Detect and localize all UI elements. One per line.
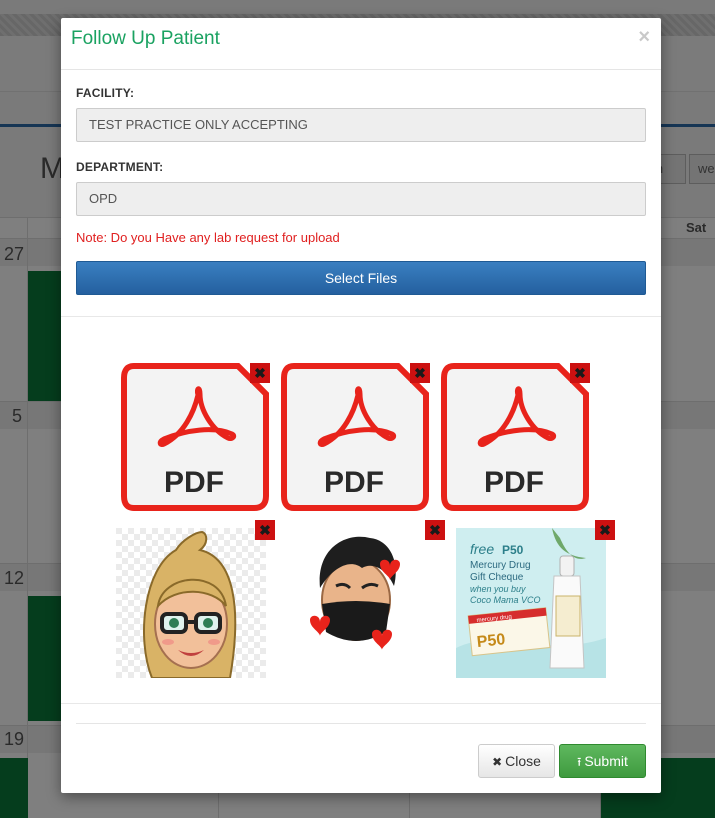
pdf-file-icon: PDF <box>440 362 590 512</box>
department-field[interactable]: OPD <box>76 182 646 216</box>
modal-title: Follow Up Patient <box>71 28 220 49</box>
lab-request-note: Note: Do you Have any lab request for up… <box>76 230 340 245</box>
follow-up-patient-modal: Follow Up Patient × FACILITY: TEST PRACT… <box>61 18 661 793</box>
pdf-label: PDF <box>484 466 544 499</box>
remove-file-button[interactable]: ✖ <box>255 520 275 540</box>
pdf-file-icon: PDF <box>120 362 270 512</box>
ad-line: Mercury Drug <box>470 560 531 571</box>
footer-divider <box>76 723 646 724</box>
ad-free-text: free <box>470 541 494 557</box>
ad-line: Coco Mama VCO <box>470 595 541 605</box>
section-divider <box>61 703 661 704</box>
submit-button[interactable]: ⭱ Submit <box>559 744 646 778</box>
pdf-label: PDF <box>324 466 384 499</box>
submit-button-label: Submit <box>584 753 628 769</box>
department-label: DEPARTMENT: <box>76 160 164 174</box>
close-icon[interactable]: × <box>638 26 650 49</box>
remove-file-button[interactable]: ✖ <box>410 363 430 383</box>
remove-file-button[interactable]: ✖ <box>425 520 445 540</box>
modal-body: FACILITY: TEST PRACTICE ONLY ACCEPTING D… <box>61 70 661 295</box>
coupon-ad-image: free P50 Mercury Drug Gift Cheque when y… <box>456 528 606 678</box>
boy-mask-avatar-image <box>286 528 436 678</box>
remove-file-button[interactable]: ✖ <box>570 363 590 383</box>
pdf-label: PDF <box>164 466 224 499</box>
close-button[interactable]: ✖ Close <box>478 744 555 778</box>
remove-file-button[interactable]: ✖ <box>250 363 270 383</box>
pdf-file-icon: PDF <box>280 362 430 512</box>
girl-avatar-image <box>116 528 266 679</box>
select-files-button[interactable]: Select Files <box>76 261 646 295</box>
ad-cheque-amount: P50 <box>476 631 506 651</box>
modal-header: Follow Up Patient × <box>61 18 661 70</box>
facility-field[interactable]: TEST PRACTICE ONLY ACCEPTING <box>76 108 646 142</box>
facility-label: FACILITY: <box>76 86 135 100</box>
file-preview-gallery: PDF ✖ PDF ✖ PDF ✖ ✖ ✖ free P50 Mercury D… <box>61 318 661 703</box>
section-divider <box>61 316 661 317</box>
remove-file-button[interactable]: ✖ <box>595 520 615 540</box>
modal-footer: ✖ Close ⭱ Submit <box>61 723 661 793</box>
ad-amount-text: P50 <box>502 543 524 557</box>
ad-line: Gift Cheque <box>470 572 524 583</box>
close-button-label: Close <box>505 753 541 769</box>
ad-line: when you buy <box>470 584 526 594</box>
close-icon: ✖ <box>492 755 503 769</box>
upload-icon: ⭱ <box>577 755 582 769</box>
